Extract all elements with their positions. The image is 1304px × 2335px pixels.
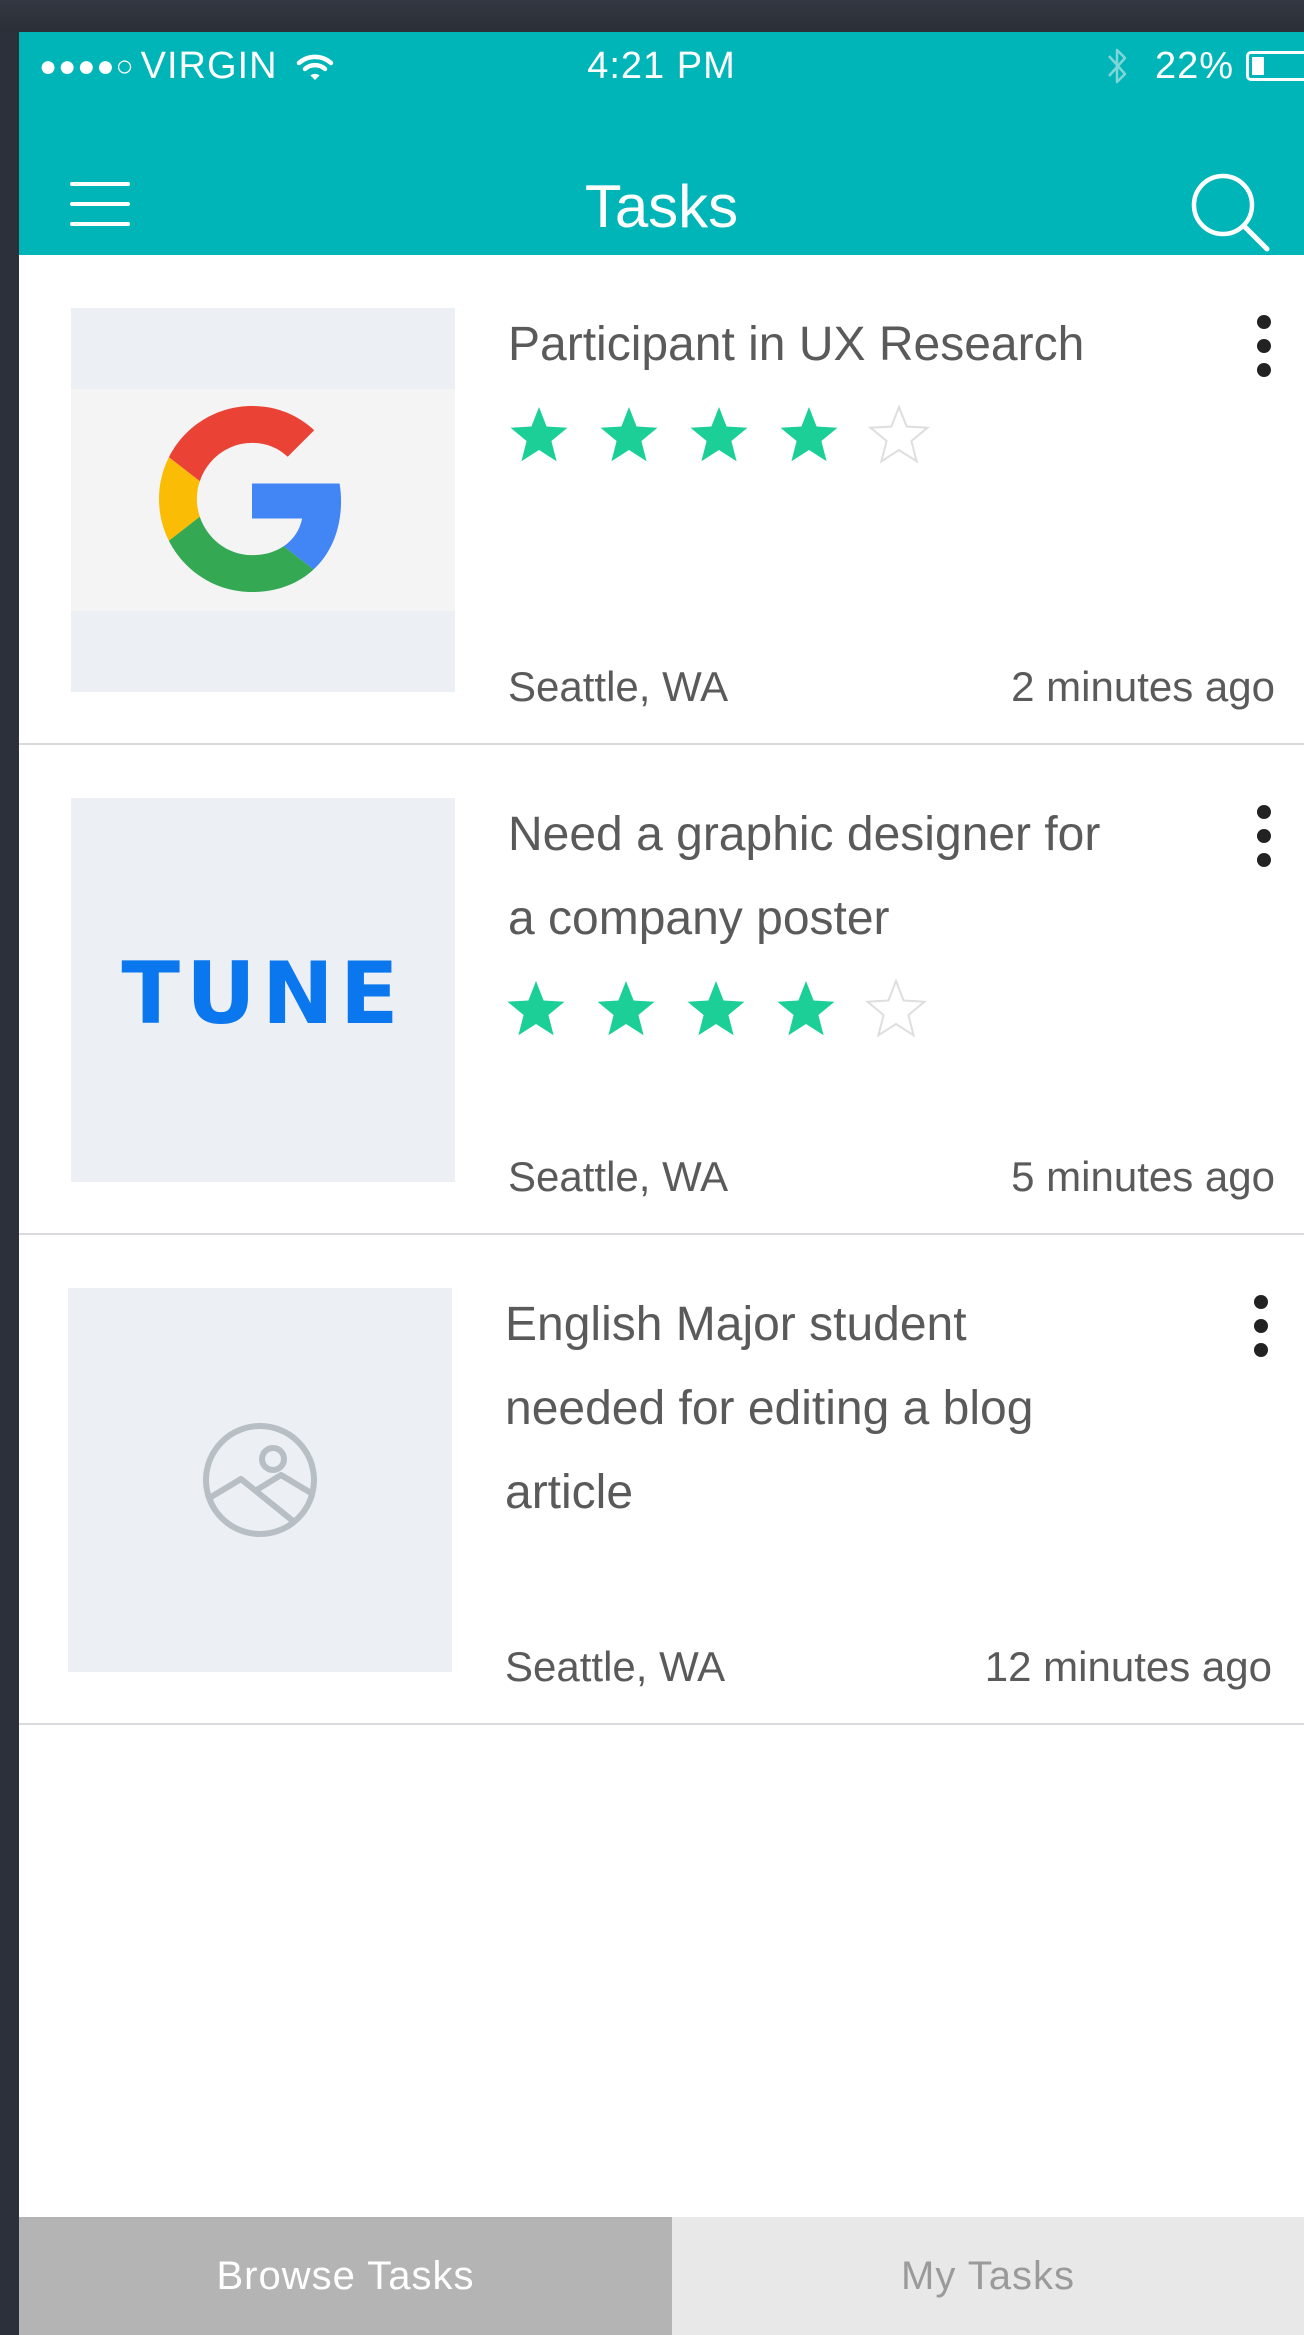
app-header: ●●●●○ VIRGIN 4:21 PM 22% Tasks (19, 32, 1304, 255)
star-filled-icon (600, 407, 658, 462)
star-filled-icon (687, 981, 745, 1036)
dot (1257, 315, 1271, 329)
dot (1254, 1295, 1268, 1309)
star-empty-icon (867, 404, 931, 464)
task-title: English Major student needed for editing… (505, 1298, 1034, 1519)
more-options-icon[interactable] (1250, 805, 1280, 867)
bottom-tab-bar: Browse Tasks My Tasks (19, 2217, 1304, 2335)
task-title: Participant in UX Research (508, 318, 1085, 371)
task-card[interactable]: Participant in UX Research Seattle, WA 2… (19, 255, 1304, 745)
dot (1257, 829, 1271, 843)
page-title: Tasks (584, 173, 739, 240)
image-placeholder-icon (203, 1423, 317, 1537)
search-icon[interactable] (1187, 169, 1271, 253)
task-thumbnail: TUNE (71, 798, 455, 1182)
star-rating (507, 403, 957, 467)
star-filled-icon (777, 981, 835, 1036)
more-options-icon[interactable] (1250, 315, 1280, 377)
background-top (0, 0, 1304, 32)
star-empty-icon (864, 978, 928, 1038)
star-filled-icon (510, 407, 568, 462)
task-time: 5 minutes ago (1011, 1153, 1275, 1200)
dot (1257, 363, 1271, 377)
star-rating (504, 977, 954, 1041)
star-filled-icon (780, 407, 838, 462)
tab-my-tasks[interactable]: My Tasks (672, 2217, 1304, 2335)
task-location: Seattle, WA (508, 1153, 729, 1200)
google-logo (159, 406, 342, 592)
star-filled-icon (597, 981, 655, 1036)
dot (1257, 339, 1271, 353)
battery-icon (1246, 51, 1304, 81)
navigation-bar: Tasks (19, 132, 1304, 252)
battery-percent: 22% (1154, 44, 1234, 87)
task-time: 12 minutes ago (984, 1643, 1272, 1690)
task-thumbnail (71, 308, 455, 692)
bluetooth-icon (1108, 48, 1127, 84)
tab-browse-tasks[interactable]: Browse Tasks (19, 2217, 672, 2335)
battery-level (1252, 57, 1264, 75)
dot (1254, 1319, 1268, 1333)
task-thumbnail (68, 1288, 452, 1672)
star-filled-icon (690, 407, 748, 462)
task-card[interactable]: English Major student needed for editing… (19, 1235, 1304, 1725)
dot (1257, 805, 1271, 819)
task-card[interactable]: TUNE Need a graphic designer for a compa… (19, 745, 1304, 1235)
star-filled-icon (507, 981, 565, 1036)
dot (1254, 1343, 1268, 1357)
task-location: Seattle, WA (505, 1643, 726, 1690)
status-bar: ●●●●○ VIRGIN 4:21 PM 22% (19, 32, 1304, 102)
task-location: Seattle, WA (508, 663, 729, 710)
task-title: Need a graphic designer for a company po… (508, 808, 1101, 945)
tune-logo: TUNE (121, 944, 405, 1044)
task-time: 2 minutes ago (1011, 663, 1275, 710)
status-right: 22% (1105, 44, 1304, 88)
task-list: Participant in UX Research Seattle, WA 2… (19, 255, 1304, 1725)
dot (1257, 853, 1271, 867)
phone-screen: ●●●●○ VIRGIN 4:21 PM 22% Tasks Participa… (19, 32, 1304, 2335)
more-options-icon[interactable] (1247, 1295, 1277, 1357)
